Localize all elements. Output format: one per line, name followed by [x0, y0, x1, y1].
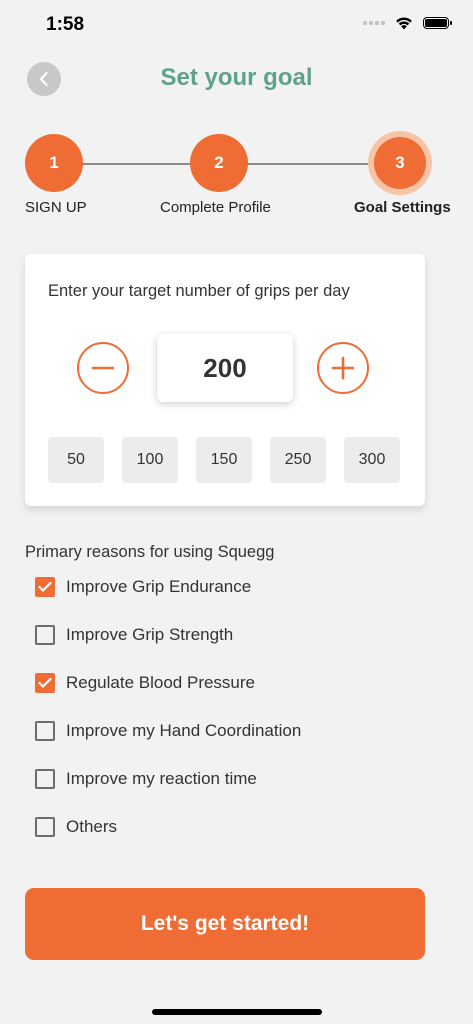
status-time: 1:58 [46, 14, 85, 35]
check-icon [38, 677, 52, 688]
check-icon [38, 581, 52, 592]
checkbox-unchecked[interactable] [35, 769, 55, 789]
preset-button[interactable]: 250 [270, 437, 326, 483]
step-1-circle: 1 [25, 134, 83, 192]
reason-label: Regulate Blood Pressure [66, 673, 256, 692]
step-2-label: Complete Profile [160, 199, 271, 216]
page-title: Set your goal [160, 64, 313, 91]
step-3-label: Goal Settings [354, 199, 451, 216]
reason-item-hand-coordination[interactable]: Improve my Hand Coordination [35, 721, 301, 741]
minus-icon [91, 366, 115, 370]
reason-item-grip-endurance[interactable]: Improve Grip Endurance [35, 577, 251, 597]
get-started-button[interactable]: Let's get started! [25, 888, 425, 960]
status-bar: 1:58 [0, 0, 473, 52]
preset-values: 50 100 150 250 300 [48, 437, 400, 483]
wifi-icon [396, 17, 412, 30]
reason-label: Improve my Hand Coordination [66, 721, 302, 740]
checkbox-checked[interactable] [35, 577, 55, 597]
preset-button[interactable]: 300 [344, 437, 400, 483]
target-prompt: Enter your target number of grips per da… [48, 282, 350, 300]
checkbox-checked[interactable] [35, 673, 55, 693]
preset-button[interactable]: 50 [48, 437, 104, 483]
target-value-field[interactable]: 200 [157, 334, 293, 402]
checkbox-unchecked[interactable] [35, 721, 55, 741]
progress-stepper: 1 2 3 SIGN UP Complete Profile Goal Sett… [0, 130, 473, 220]
reason-label: Improve Grip Strength [66, 625, 234, 644]
reason-item-grip-strength[interactable]: Improve Grip Strength [35, 625, 233, 645]
checkbox-unchecked[interactable] [35, 817, 55, 837]
reason-item-others[interactable]: Others [35, 817, 117, 837]
checkbox-unchecked[interactable] [35, 625, 55, 645]
preset-button[interactable]: 100 [122, 437, 178, 483]
increment-button[interactable] [317, 342, 369, 394]
reason-item-blood-pressure[interactable]: Regulate Blood Pressure [35, 673, 255, 693]
status-icons [363, 16, 452, 30]
preset-button[interactable]: 150 [196, 437, 252, 483]
battery-icon [423, 17, 452, 29]
cellular-signal-icon [363, 21, 385, 25]
home-indicator [152, 1009, 322, 1015]
step-3-circle: 3 [374, 137, 426, 189]
reason-label: Others [66, 817, 118, 836]
step-1-label: SIGN UP [25, 199, 87, 216]
reason-item-reaction-time[interactable]: Improve my reaction time [35, 769, 257, 789]
step-connector [82, 163, 190, 165]
reason-label: Improve Grip Endurance [66, 577, 252, 596]
plus-icon [331, 356, 355, 380]
reasons-title: Primary reasons for using Squegg [25, 543, 275, 561]
step-2-circle: 2 [190, 134, 248, 192]
step-connector [247, 163, 372, 165]
reason-label: Improve my reaction time [66, 769, 257, 788]
target-card: Enter your target number of grips per da… [25, 254, 425, 506]
decrement-button[interactable] [77, 342, 129, 394]
